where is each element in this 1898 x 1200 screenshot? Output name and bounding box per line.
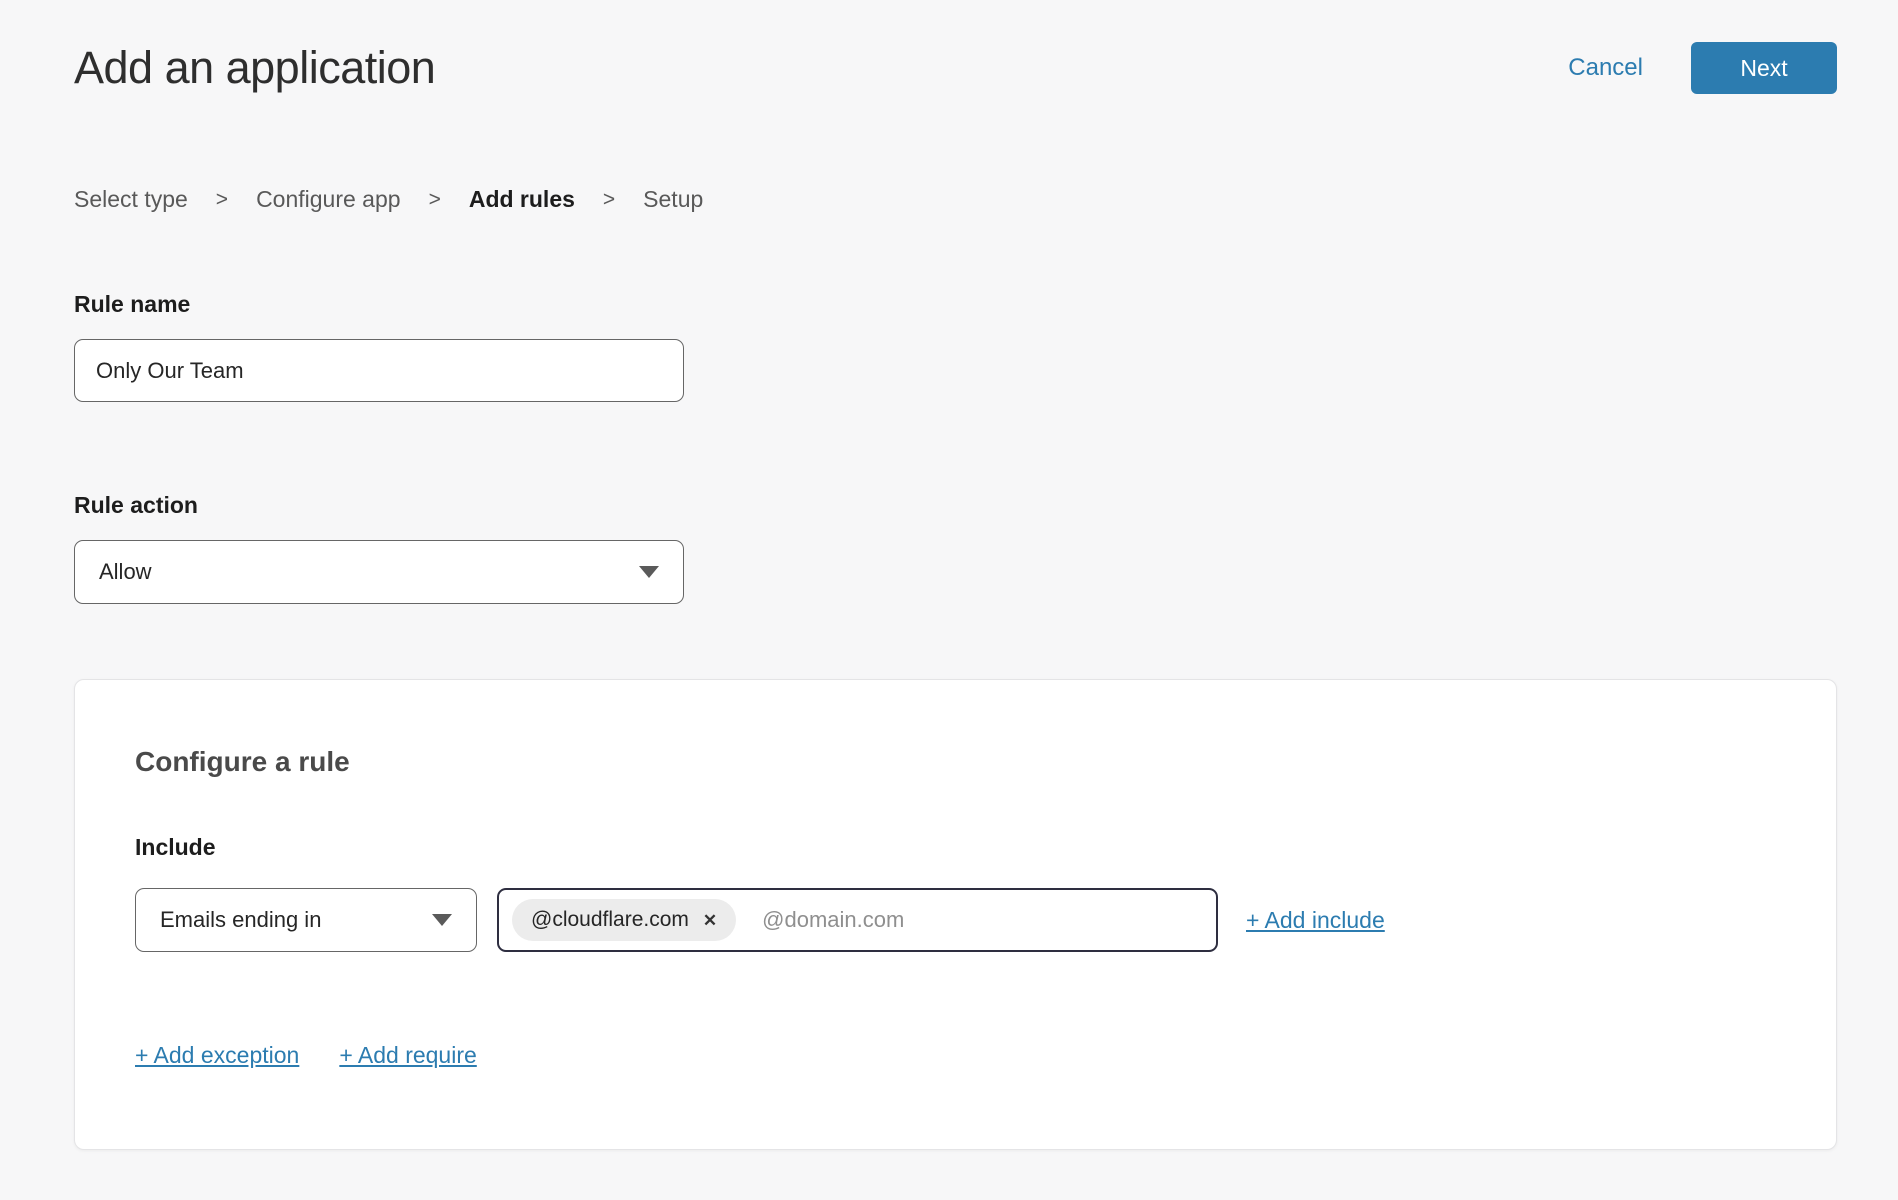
include-selector-select[interactable]: Emails ending in <box>135 888 477 952</box>
next-button[interactable]: Next <box>1691 42 1837 94</box>
breadcrumb-step-select-type[interactable]: Select type <box>74 186 188 213</box>
rule-name-field: Rule name <box>74 291 1837 402</box>
add-include-link[interactable]: + Add include <box>1246 907 1385 934</box>
email-domains-tag-input[interactable]: @cloudflare.com ✕ <box>497 888 1218 952</box>
rule-name-input[interactable] <box>74 339 684 402</box>
add-exception-link[interactable]: + Add exception <box>135 1042 299 1069</box>
rule-action-selected-value: Allow <box>99 559 152 585</box>
add-require-link[interactable]: + Add require <box>339 1042 476 1069</box>
configure-rule-card: Configure a rule Include Emails ending i… <box>74 679 1837 1150</box>
tag-remove-icon[interactable]: ✕ <box>703 912 717 929</box>
include-selector-value: Emails ending in <box>160 907 321 933</box>
domain-input[interactable] <box>762 907 1203 933</box>
breadcrumb-step-add-rules[interactable]: Add rules <box>469 186 575 213</box>
add-application-page: Add an application Cancel Next Select ty… <box>0 0 1898 1150</box>
tag-chip-label: @cloudflare.com <box>531 908 689 932</box>
page-title: Add an application <box>74 42 435 94</box>
breadcrumb-step-configure-app[interactable]: Configure app <box>256 186 401 213</box>
chevron-down-icon <box>639 566 659 578</box>
rule-name-label: Rule name <box>74 291 1837 318</box>
breadcrumb-step-setup[interactable]: Setup <box>643 186 703 213</box>
header-actions: Cancel Next <box>1568 42 1837 94</box>
include-rule-row: Emails ending in @cloudflare.com ✕ + Add… <box>135 888 1776 952</box>
breadcrumb-separator-icon: > <box>429 188 441 212</box>
rule-action-field: Rule action Allow <box>74 492 1837 604</box>
card-title: Configure a rule <box>135 746 1776 778</box>
chevron-down-icon <box>432 914 452 926</box>
rule-action-label: Rule action <box>74 492 1837 519</box>
page-header: Add an application Cancel Next <box>74 0 1837 94</box>
cancel-button[interactable]: Cancel <box>1568 54 1643 82</box>
rule-action-select[interactable]: Allow <box>74 540 684 604</box>
breadcrumb: Select type > Configure app > Add rules … <box>74 186 1837 213</box>
breadcrumb-separator-icon: > <box>603 188 615 212</box>
breadcrumb-separator-icon: > <box>216 188 228 212</box>
rule-extra-links: + Add exception + Add require <box>135 1042 1776 1069</box>
tag-chip: @cloudflare.com ✕ <box>512 899 736 941</box>
include-label: Include <box>135 834 1776 861</box>
